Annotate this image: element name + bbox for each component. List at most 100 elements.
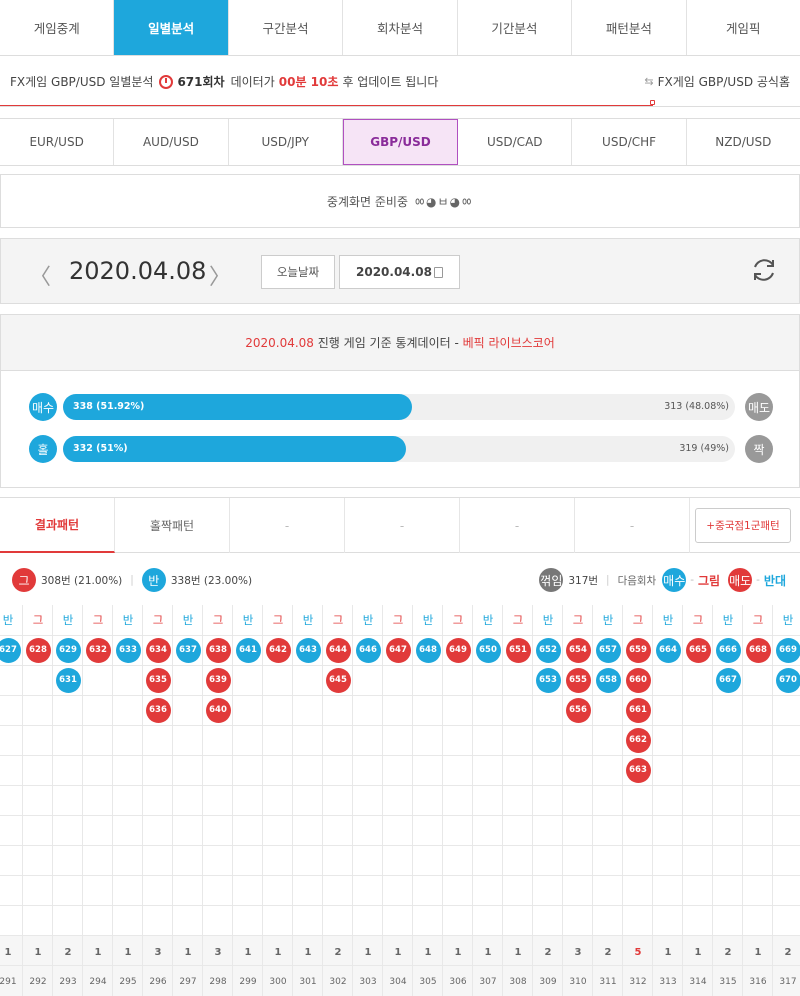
tab-empty: - bbox=[575, 498, 690, 553]
round-ball: 665 bbox=[685, 637, 711, 663]
column-head: 그 bbox=[332, 613, 344, 627]
info-bar: FX게임 GBP/USD 일별분석 671회차 데이터가 00분 10초 후 업… bbox=[0, 57, 800, 107]
column-number: 294 bbox=[89, 976, 107, 987]
round-ball: 627 bbox=[0, 637, 21, 663]
column-number: 316 bbox=[749, 976, 767, 987]
pattern-legend: 그 308번 (21.00%) | 반 338번 (23.00%) 꺾임 317… bbox=[0, 556, 800, 604]
tab-game-relay[interactable]: 게임중계 bbox=[0, 0, 115, 55]
tab-round-analysis[interactable]: 회차분석 bbox=[343, 0, 458, 55]
column-head: 그 bbox=[212, 613, 224, 627]
column-head: 반 bbox=[602, 613, 614, 627]
round-ball: 635 bbox=[145, 667, 171, 693]
streak-count: 1 bbox=[424, 946, 432, 958]
tab-result-pattern[interactable]: 결과패턴 bbox=[0, 498, 115, 553]
sell-prediction: 반대 bbox=[763, 573, 786, 588]
round-ball: 669 bbox=[775, 637, 800, 663]
streak-count: 1 bbox=[244, 946, 252, 958]
column-number: 293 bbox=[59, 976, 77, 987]
column-head: 반 bbox=[2, 613, 14, 627]
round-ball: 643 bbox=[295, 637, 321, 663]
round-ball: 641 bbox=[235, 637, 261, 663]
round-ball: 628 bbox=[25, 637, 51, 663]
next-round-label: 다음회차 bbox=[617, 574, 657, 587]
update-progress-bar bbox=[0, 105, 653, 106]
official-home-link[interactable]: ⇆ FX게임 GBP/USD 공식홈 bbox=[644, 73, 790, 90]
round-ball: 640 bbox=[205, 697, 231, 723]
next-date-button[interactable]: 〉 bbox=[209, 259, 231, 291]
column-number: 295 bbox=[119, 976, 137, 987]
info-prefix: FX게임 GBP/USD 일별분석 bbox=[10, 75, 154, 89]
column-head: 그 bbox=[452, 613, 464, 627]
column-head: 그 bbox=[152, 613, 164, 627]
tab-section-analysis[interactable]: 구간분석 bbox=[229, 0, 344, 55]
round-ball: 637 bbox=[175, 637, 201, 663]
info-countdown: 00분 10초 bbox=[278, 75, 339, 89]
streak-count: 3 bbox=[154, 946, 162, 958]
column-number: 292 bbox=[29, 976, 47, 987]
column-head: 반 bbox=[362, 613, 374, 627]
date-picker-input[interactable]: 2020.04.08 bbox=[339, 255, 460, 289]
info-mid: 데이터가 bbox=[230, 75, 275, 89]
tab-pattern-analysis[interactable]: 패턴분석 bbox=[572, 0, 687, 55]
round-ball: 655 bbox=[565, 667, 591, 693]
column-head: 반 bbox=[242, 613, 254, 627]
column-number: 307 bbox=[479, 976, 497, 987]
pattern-tabs: 결과패턴 홀짝패턴 - - - - +중국점1군패턴 bbox=[0, 497, 800, 553]
currency-tab-usdcad[interactable]: USD/CAD bbox=[458, 119, 573, 165]
currency-tab-audusd[interactable]: AUD/USD bbox=[114, 119, 229, 165]
streak-count: 1 bbox=[124, 946, 132, 958]
column-number: 311 bbox=[599, 976, 617, 987]
streak-count: 1 bbox=[34, 946, 42, 958]
streak-count: 2 bbox=[784, 946, 792, 958]
relay-emoticon: ㆀ◕ㅂ◕ㆀ bbox=[414, 194, 474, 209]
today-button[interactable]: 오늘날짜 bbox=[261, 255, 335, 289]
column-number: 291 bbox=[0, 976, 17, 987]
clock-icon bbox=[159, 74, 174, 89]
column-head: 반 bbox=[662, 613, 674, 627]
round-ball: 670 bbox=[775, 667, 800, 693]
round-ball: 631 bbox=[55, 667, 81, 693]
tab-empty: - bbox=[460, 498, 575, 553]
tab-daily-analysis[interactable]: 일별분석 bbox=[114, 0, 229, 55]
column-head: 그 bbox=[632, 613, 644, 627]
column-number: 312 bbox=[629, 976, 647, 987]
china-pattern-button[interactable]: +중국점1군패턴 bbox=[695, 508, 791, 543]
currency-tab-usdjpy[interactable]: USD/JPY bbox=[229, 119, 343, 165]
round-ball: 657 bbox=[595, 637, 621, 663]
streak-count: 3 bbox=[214, 946, 222, 958]
prev-date-button[interactable]: 〈 bbox=[29, 259, 51, 291]
info-suffix: 후 업데이트 됩니다 bbox=[342, 75, 439, 89]
tab-empty: - bbox=[230, 498, 345, 553]
currency-tabs: EUR/USD AUD/USD USD/JPY GBP/USD USD/CAD … bbox=[0, 118, 800, 166]
refresh-icon[interactable] bbox=[749, 255, 779, 285]
column-head: 반 bbox=[422, 613, 434, 627]
column-number: 310 bbox=[569, 976, 587, 987]
currency-tab-eurusd[interactable]: EUR/USD bbox=[0, 119, 115, 165]
sell-count: 313 (48.08%) bbox=[664, 401, 729, 412]
column-head: 반 bbox=[302, 613, 314, 627]
result-pattern-grid: 반 627 1 291 그 628 1 292 반 629 631 2 293 그 632 1 294 반 633 1… bbox=[0, 605, 800, 996]
currency-tab-usdchf[interactable]: USD/CHF bbox=[572, 119, 687, 165]
streak-count: 1 bbox=[514, 946, 522, 958]
streak-count: 1 bbox=[304, 946, 312, 958]
currency-tab-gbpusd[interactable]: GBP/USD bbox=[342, 119, 459, 165]
turn-stat: 317번 bbox=[568, 574, 599, 587]
round-ball: 667 bbox=[715, 667, 741, 693]
currency-tab-nzdusd[interactable]: NZD/USD bbox=[687, 119, 800, 165]
tab-game-pick[interactable]: 게임픽 bbox=[687, 0, 800, 55]
sell-symbol: 매도 bbox=[728, 568, 753, 592]
streak-count: 1 bbox=[694, 946, 702, 958]
round-ball: 659 bbox=[625, 637, 651, 663]
tab-empty: - bbox=[345, 498, 460, 553]
tab-odd-even-pattern[interactable]: 홀짝패턴 bbox=[115, 498, 230, 553]
round-ball: 652 bbox=[535, 637, 561, 663]
stats-source: 베픽 라이브스코어 bbox=[462, 336, 555, 350]
tab-period-analysis[interactable]: 기간분석 bbox=[458, 0, 573, 55]
column-number: 300 bbox=[269, 976, 287, 987]
column-head: 그 bbox=[32, 613, 44, 627]
round-ball: 645 bbox=[325, 667, 351, 693]
round-ball: 650 bbox=[475, 637, 501, 663]
column-head: 그 bbox=[392, 613, 404, 627]
round-ball: 654 bbox=[565, 637, 591, 663]
buy-badge: 매수 bbox=[29, 393, 57, 421]
